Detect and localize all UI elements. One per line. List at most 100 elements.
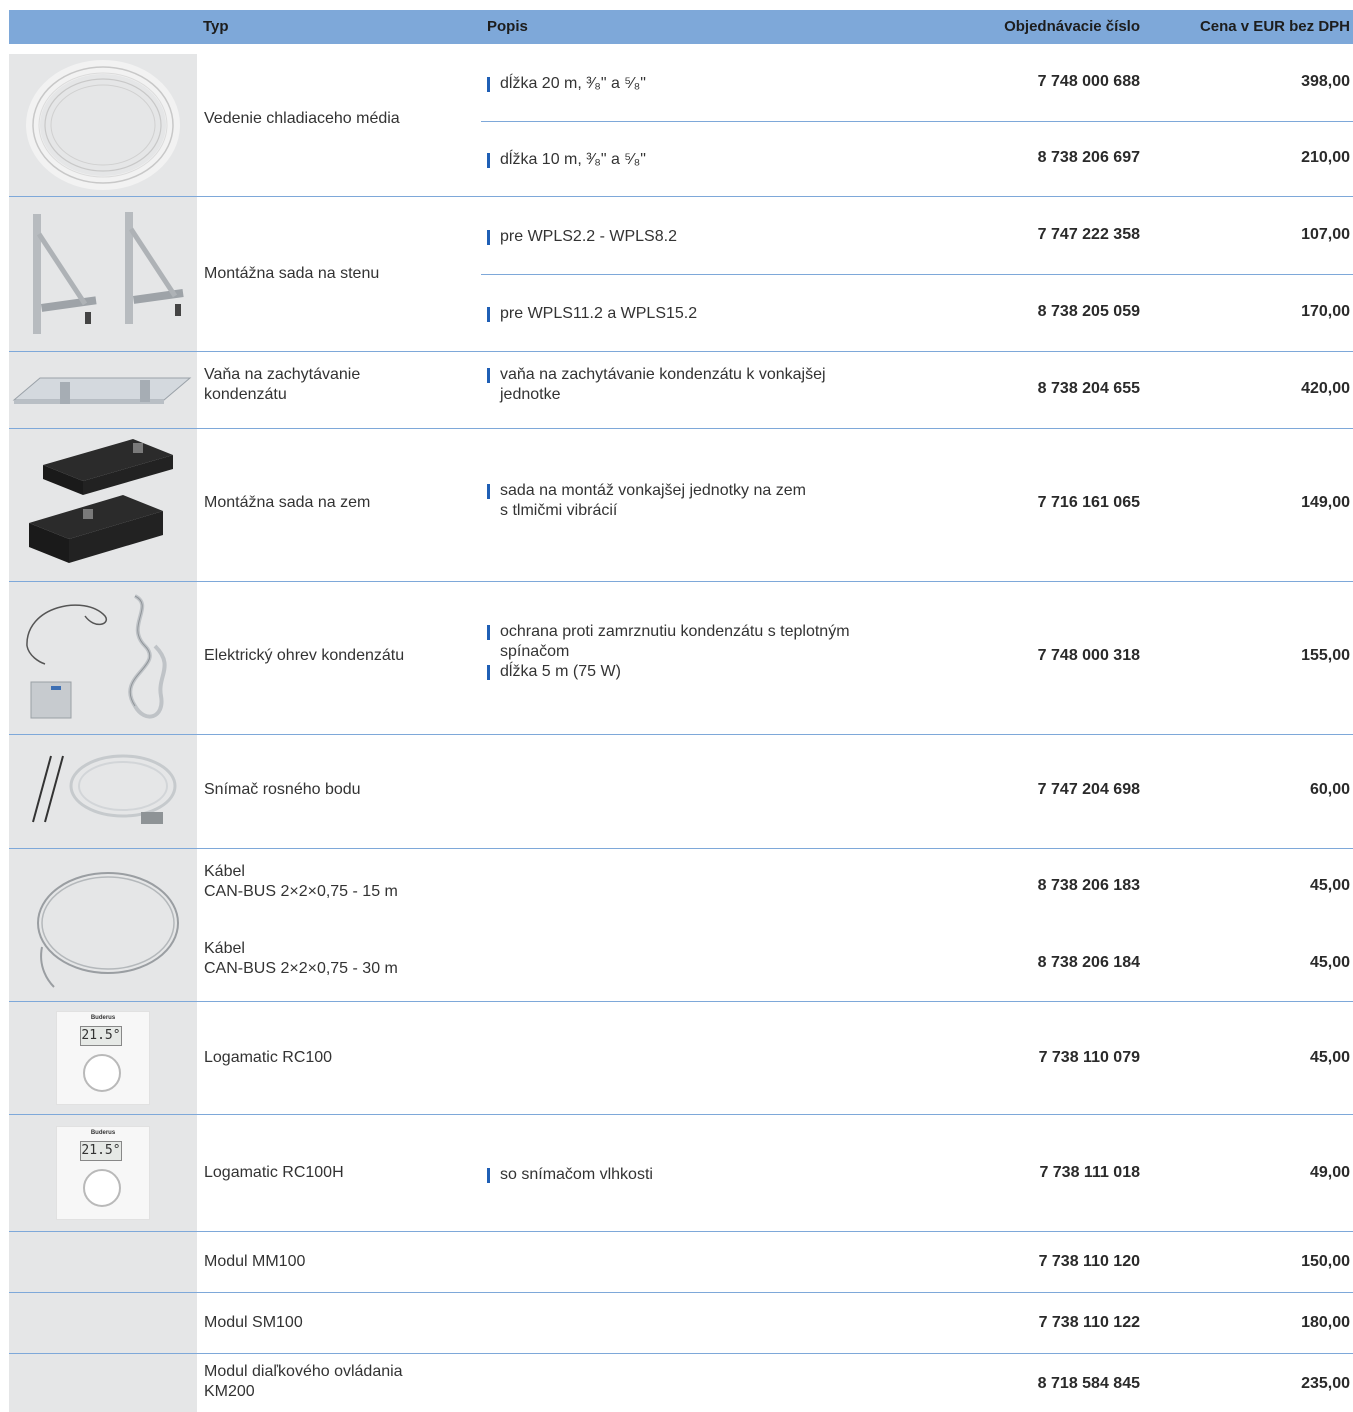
row-description: pre WPLS11.2 a WPLS15.2 bbox=[487, 304, 957, 324]
table-header: Typ Popis Objednávacie číslo Cena v EUR … bbox=[9, 10, 1353, 44]
bullet-marker bbox=[487, 230, 490, 245]
order-number: 7 738 110 079 bbox=[1038, 1049, 1140, 1066]
table-row-image-cell bbox=[9, 1354, 197, 1412]
order-number: 7 748 000 688 bbox=[1037, 73, 1140, 90]
row-divider bbox=[9, 734, 1353, 735]
row-type: Logamatic RC100 bbox=[204, 1049, 333, 1066]
table-row-image-cell bbox=[9, 429, 197, 581]
row-divider bbox=[9, 848, 1353, 849]
bullet-marker bbox=[487, 665, 490, 680]
row-description: pre WPLS2.2 - WPLS8.2 bbox=[487, 227, 957, 247]
table-row-image-cell: Buderus 21.5° bbox=[9, 1115, 197, 1231]
price: 45,00 bbox=[1309, 1049, 1350, 1066]
row-divider bbox=[9, 1114, 1353, 1115]
price: 210,00 bbox=[1301, 149, 1350, 166]
table-row-image-cell bbox=[9, 54, 197, 196]
row-divider bbox=[9, 1231, 1353, 1232]
row-divider bbox=[9, 1353, 1353, 1354]
bullet-marker bbox=[487, 153, 490, 168]
order-number: 8 738 206 697 bbox=[1037, 149, 1140, 166]
bullet-marker bbox=[487, 307, 490, 322]
heating-cable-icon bbox=[26, 594, 167, 719]
wall-bracket-icon bbox=[33, 212, 184, 334]
price: 60,00 bbox=[1309, 781, 1350, 798]
knob-icon bbox=[83, 1169, 121, 1207]
order-number: 8 738 206 183 bbox=[1037, 877, 1140, 894]
price: 398,00 bbox=[1301, 73, 1350, 90]
table-row-image-cell bbox=[9, 849, 197, 1001]
controller-icon: Buderus 21.5° bbox=[56, 1011, 150, 1105]
row-description: dĺžka 10 m, ³⁄₈" a ⁵⁄₈" bbox=[487, 150, 957, 170]
row-divider bbox=[9, 428, 1353, 429]
floor-mount-icon bbox=[29, 439, 173, 563]
dew-point-sensor-icon bbox=[32, 754, 177, 824]
order-number: 8 738 204 655 bbox=[1037, 380, 1140, 397]
price: 420,00 bbox=[1301, 380, 1350, 397]
row-divider bbox=[9, 196, 1353, 197]
table-row-image-cell bbox=[9, 582, 197, 734]
header-order-number: Objednávacie číslo bbox=[1004, 18, 1140, 35]
row-divider bbox=[9, 351, 1353, 352]
bullet-marker bbox=[487, 368, 490, 383]
row-description: sada na montáž vonkajšej jednotky na zem… bbox=[487, 481, 957, 521]
order-number: 7 738 110 122 bbox=[1038, 1314, 1140, 1331]
row-type: Modul SM100 bbox=[204, 1314, 303, 1331]
table-row-image-cell: Buderus 21.5° bbox=[9, 1002, 197, 1114]
price: 149,00 bbox=[1301, 494, 1350, 511]
row-divider bbox=[481, 274, 1353, 275]
row-type: Snímač rosného bodu bbox=[204, 781, 361, 798]
row-type: Kábel CAN-BUS 2×2×0,75 - 15 m bbox=[204, 863, 398, 900]
bullet-marker bbox=[487, 1168, 490, 1183]
bullet-marker bbox=[487, 625, 490, 640]
order-number: 7 738 110 120 bbox=[1038, 1253, 1140, 1270]
price: 155,00 bbox=[1301, 647, 1350, 664]
header-typ: Typ bbox=[203, 18, 229, 35]
coiled-pipe-icon bbox=[26, 60, 180, 190]
header-price: Cena v EUR bez DPH bbox=[1199, 18, 1350, 35]
table-row-image-cell bbox=[9, 1232, 197, 1292]
row-divider bbox=[9, 1001, 1353, 1002]
row-type: Modul diaľkového ovládania KM200 bbox=[204, 1363, 403, 1400]
order-number: 7 748 000 318 bbox=[1037, 647, 1140, 664]
bullet-marker bbox=[487, 77, 490, 92]
table-row-image-cell bbox=[9, 1293, 197, 1353]
order-number: 7 716 161 065 bbox=[1037, 494, 1140, 511]
row-divider bbox=[481, 121, 1353, 122]
price: 170,00 bbox=[1301, 303, 1350, 320]
order-number: 7 738 111 018 bbox=[1039, 1164, 1140, 1181]
price: 49,00 bbox=[1309, 1164, 1350, 1181]
bullet-marker bbox=[487, 484, 490, 499]
controller-icon: Buderus 21.5° bbox=[56, 1126, 150, 1220]
order-number: 8 738 205 059 bbox=[1037, 303, 1140, 320]
row-type: Elektrický ohrev kondenzátu bbox=[204, 647, 405, 664]
price: 180,00 bbox=[1301, 1314, 1350, 1331]
price: 235,00 bbox=[1301, 1375, 1350, 1392]
cable-coil-icon bbox=[37, 872, 179, 988]
order-number: 8 738 206 184 bbox=[1037, 954, 1140, 971]
row-type: Montážna sada na zem bbox=[204, 494, 371, 511]
row-description: ochrana proti zamrznutiu kondenzátu s te… bbox=[487, 622, 957, 682]
row-divider bbox=[9, 1292, 1353, 1293]
row-type: Vedenie chladiaceho média bbox=[204, 110, 400, 127]
condensate-tray-icon bbox=[12, 377, 192, 404]
row-type: Montážna sada na stenu bbox=[204, 265, 380, 282]
row-description: vaňa na zachytávanie kondenzátu k vonkaj… bbox=[487, 365, 957, 405]
order-number: 7 747 222 358 bbox=[1037, 226, 1140, 243]
table-row-image-cell bbox=[9, 197, 197, 351]
row-type: Vaňa na zachytávanie kondenzátu bbox=[204, 366, 361, 403]
price: 45,00 bbox=[1309, 954, 1350, 971]
price: 107,00 bbox=[1301, 226, 1350, 243]
row-divider bbox=[9, 581, 1353, 582]
table-row-image-cell bbox=[9, 735, 197, 848]
order-number: 7 747 204 698 bbox=[1037, 781, 1140, 798]
knob-icon bbox=[83, 1054, 121, 1092]
row-type: Modul MM100 bbox=[204, 1253, 306, 1270]
price: 45,00 bbox=[1309, 877, 1350, 894]
order-number: 8 718 584 845 bbox=[1037, 1375, 1140, 1392]
row-type: Logamatic RC100H bbox=[204, 1164, 344, 1181]
price-table: Typ Popis Objednávacie číslo Cena v EUR … bbox=[9, 10, 1353, 1412]
table-row-image-cell bbox=[9, 352, 197, 428]
header-popis: Popis bbox=[487, 18, 528, 35]
row-description: dĺžka 20 m, ³⁄₈" a ⁵⁄₈" bbox=[487, 74, 957, 94]
row-type: Kábel CAN-BUS 2×2×0,75 - 30 m bbox=[204, 940, 398, 977]
